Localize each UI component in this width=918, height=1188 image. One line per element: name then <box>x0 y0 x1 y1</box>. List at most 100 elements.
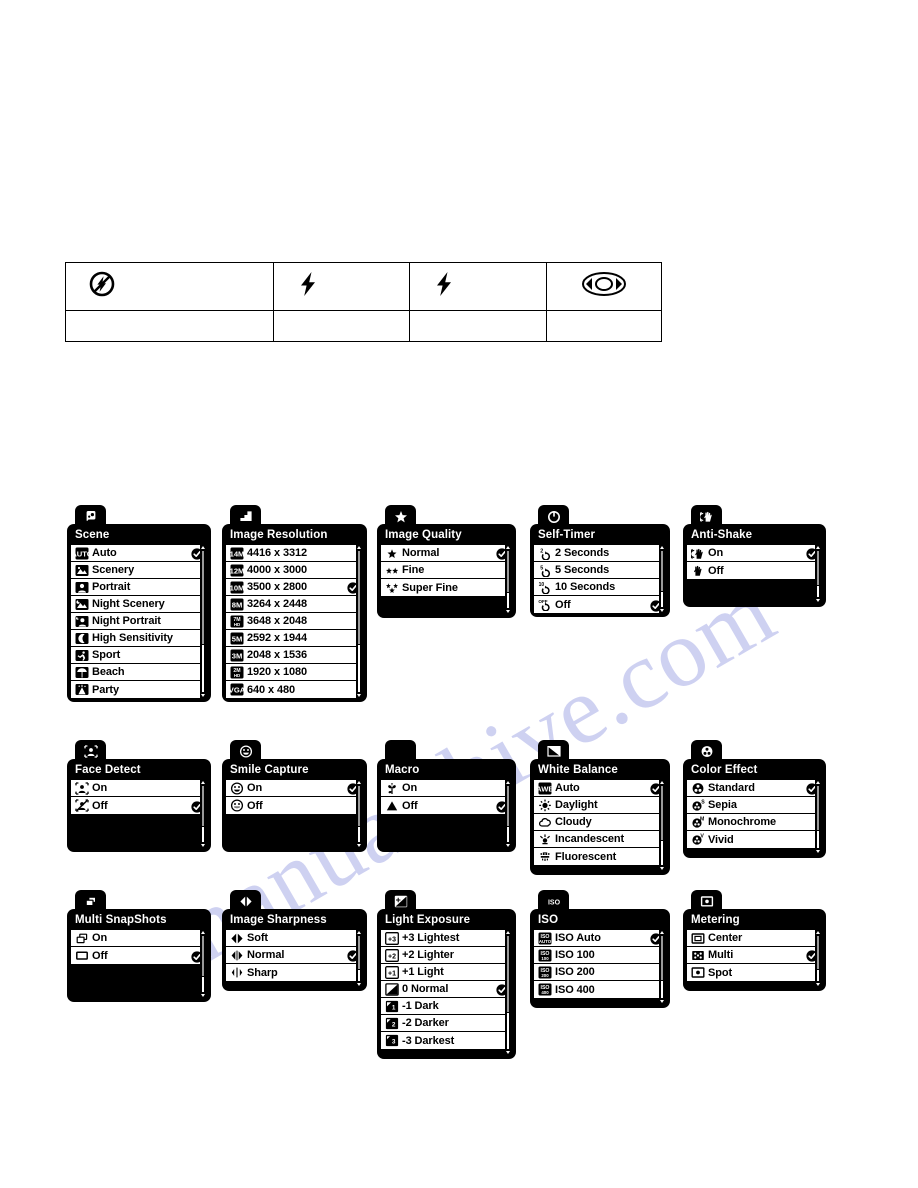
scroll-up-arrow-icon[interactable] <box>506 781 510 784</box>
scrollbar-thumb[interactable] <box>201 785 205 827</box>
menu-option-multi-snapshots-off[interactable]: Off <box>71 947 207 964</box>
scroll-up-arrow-icon[interactable] <box>660 546 664 549</box>
menu-option-light-exposure-3-darkest[interactable]: 3 -3 Darkest <box>381 1032 512 1049</box>
scroll-down-arrow-icon[interactable] <box>506 610 510 613</box>
menu-option-scene-sport[interactable]: Sport <box>71 647 207 664</box>
scroll-down-arrow-icon[interactable] <box>660 609 664 612</box>
menu-option-scene-portrait[interactable]: Portrait <box>71 579 207 596</box>
scrollbar-thumb[interactable] <box>660 935 664 981</box>
menu-option-iso-iso-200[interactable]: ISO 200 ISO 200 <box>534 964 666 981</box>
menu-option-light-exposure-3-lightest[interactable]: +3 +3 Lightest <box>381 930 512 947</box>
scroll-down-arrow-icon[interactable] <box>660 867 664 870</box>
scrollbar-thumb[interactable] <box>660 550 664 592</box>
menu-option-color-effect-monochrome[interactable]: M Monochrome <box>687 814 822 831</box>
scroll-up-arrow-icon[interactable] <box>660 781 664 784</box>
scroll-down-arrow-icon[interactable] <box>357 694 361 697</box>
scroll-down-arrow-icon[interactable] <box>357 844 361 847</box>
menu-option-iso-iso-auto[interactable]: ISO AUTO ISO Auto <box>534 930 666 947</box>
scrollbar-thumb[interactable] <box>816 785 820 831</box>
menu-option-image-sharpness-normal[interactable]: Normal <box>226 947 363 964</box>
menu-scrollbar-image-resolution[interactable] <box>356 545 363 698</box>
menu-option-light-exposure-2-darker[interactable]: 2 -2 Darker <box>381 1015 512 1032</box>
menu-option-image-resolution-640-x-480[interactable]: VGA 640 x 480 <box>226 681 363 698</box>
scroll-down-arrow-icon[interactable] <box>506 1051 510 1054</box>
scroll-down-arrow-icon[interactable] <box>816 983 820 986</box>
menu-option-image-resolution-4416-x-3312[interactable]: 14M 4416 x 3312 <box>226 545 363 562</box>
menu-scrollbar-iso[interactable] <box>659 930 666 1004</box>
scrollbar-thumb[interactable] <box>816 550 820 586</box>
menu-scrollbar-macro[interactable] <box>505 780 512 848</box>
menu-scrollbar-image-sharpness[interactable] <box>356 930 363 987</box>
menu-option-iso-iso-400[interactable]: ISO 400 ISO 400 <box>534 981 666 998</box>
menu-option-light-exposure-1-dark[interactable]: 1 -1 Dark <box>381 998 512 1015</box>
scroll-down-arrow-icon[interactable] <box>201 694 205 697</box>
menu-option-anti-shake-off[interactable]: Off <box>687 562 822 579</box>
menu-option-metering-multi[interactable]: Multi <box>687 947 822 964</box>
menu-option-white-balance-cloudy[interactable]: Cloudy <box>534 814 666 831</box>
menu-option-color-effect-sepia[interactable]: S Sepia <box>687 797 822 814</box>
scroll-down-arrow-icon[interactable] <box>357 983 361 986</box>
menu-option-white-balance-fluorescent[interactable]: Fluorescent <box>534 848 666 865</box>
menu-option-scene-beach[interactable]: Beach <box>71 664 207 681</box>
scroll-up-arrow-icon[interactable] <box>816 931 820 934</box>
menu-option-metering-spot[interactable]: Spot <box>687 964 822 981</box>
scroll-up-arrow-icon[interactable] <box>816 546 820 549</box>
menu-option-smile-capture-off[interactable]: Off <box>226 797 363 814</box>
scroll-up-arrow-icon[interactable] <box>506 931 510 934</box>
scroll-up-arrow-icon[interactable] <box>357 931 361 934</box>
menu-scrollbar-light-exposure[interactable] <box>505 930 512 1055</box>
menu-scrollbar-self-timer[interactable] <box>659 545 666 613</box>
scrollbar-thumb[interactable] <box>357 550 361 645</box>
menu-option-anti-shake-on[interactable]: On <box>687 545 822 562</box>
menu-scrollbar-scene[interactable] <box>200 545 207 698</box>
menu-option-face-detect-on[interactable]: On <box>71 780 207 797</box>
menu-option-image-resolution-2048-x-1536[interactable]: 3M 2048 x 1536 <box>226 647 363 664</box>
menu-option-image-resolution-2592-x-1944[interactable]: 5M 2592 x 1944 <box>226 630 363 647</box>
menu-option-image-sharpness-sharp[interactable]: Sharp <box>226 964 363 981</box>
menu-option-image-resolution-1920-x-1080[interactable]: 2M HD 1920 x 1080 <box>226 664 363 681</box>
scroll-up-arrow-icon[interactable] <box>357 781 361 784</box>
scrollbar-thumb[interactable] <box>816 935 820 970</box>
menu-option-scene-scenery[interactable]: Scenery <box>71 562 207 579</box>
scrollbar-thumb[interactable] <box>357 935 361 970</box>
menu-option-white-balance-daylight[interactable]: Daylight <box>534 797 666 814</box>
menu-option-image-resolution-3500-x-2800[interactable]: 10M 3500 x 2800 <box>226 579 363 596</box>
menu-option-scene-night-portrait[interactable]: Night Portrait <box>71 613 207 630</box>
menu-scrollbar-multi-snapshots[interactable] <box>200 930 207 998</box>
menu-option-multi-snapshots-on[interactable]: On <box>71 930 207 947</box>
menu-option-light-exposure-2-lighter[interactable]: +2 +2 Lighter <box>381 947 512 964</box>
menu-option-white-balance-incandescent[interactable]: Incandescent <box>534 831 666 848</box>
scroll-up-arrow-icon[interactable] <box>201 931 205 934</box>
menu-option-face-detect-off[interactable]: Off <box>71 797 207 814</box>
menu-option-image-sharpness-soft[interactable]: Soft <box>226 930 363 947</box>
menu-scrollbar-image-quality[interactable] <box>505 545 512 614</box>
menu-option-white-balance-auto[interactable]: AWB Auto <box>534 780 666 797</box>
menu-option-self-timer-off[interactable]: OFF Off <box>534 596 666 613</box>
scroll-down-arrow-icon[interactable] <box>201 844 205 847</box>
scroll-up-arrow-icon[interactable] <box>357 546 361 549</box>
menu-option-color-effect-vivid[interactable]: V Vivid <box>687 831 822 848</box>
menu-option-iso-iso-100[interactable]: ISO 100 ISO 100 <box>534 947 666 964</box>
scroll-up-arrow-icon[interactable] <box>816 781 820 784</box>
scroll-down-arrow-icon[interactable] <box>660 1000 664 1003</box>
menu-scrollbar-white-balance[interactable] <box>659 780 666 871</box>
menu-option-self-timer-5-seconds[interactable]: 5 5 Seconds <box>534 562 666 579</box>
scroll-up-arrow-icon[interactable] <box>660 931 664 934</box>
menu-option-color-effect-standard[interactable]: Standard <box>687 780 822 797</box>
menu-option-scene-high-sensitivity[interactable]: High Sensitivity <box>71 630 207 647</box>
scroll-up-arrow-icon[interactable] <box>201 546 205 549</box>
scrollbar-thumb[interactable] <box>506 785 510 827</box>
menu-option-image-quality-fine[interactable]: Fine <box>381 562 512 579</box>
menu-option-image-resolution-3648-x-2048[interactable]: 7M HD 3648 x 2048 <box>226 613 363 630</box>
menu-option-macro-off[interactable]: Off <box>381 797 512 814</box>
menu-scrollbar-smile-capture[interactable] <box>356 780 363 848</box>
menu-option-self-timer-2-seconds[interactable]: 2 2 Seconds <box>534 545 666 562</box>
menu-option-self-timer-10-seconds[interactable]: 10 10 Seconds <box>534 579 666 596</box>
menu-scrollbar-metering[interactable] <box>815 930 822 987</box>
menu-option-image-quality-normal[interactable]: Normal <box>381 545 512 562</box>
scroll-up-arrow-icon[interactable] <box>201 781 205 784</box>
menu-option-scene-night-scenery[interactable]: Night Scenery <box>71 596 207 613</box>
menu-option-image-resolution-3264-x-2448[interactable]: 8M 3264 x 2448 <box>226 596 363 613</box>
scrollbar-thumb[interactable] <box>201 550 205 645</box>
menu-option-scene-auto[interactable]: AUTOAuto <box>71 545 207 562</box>
